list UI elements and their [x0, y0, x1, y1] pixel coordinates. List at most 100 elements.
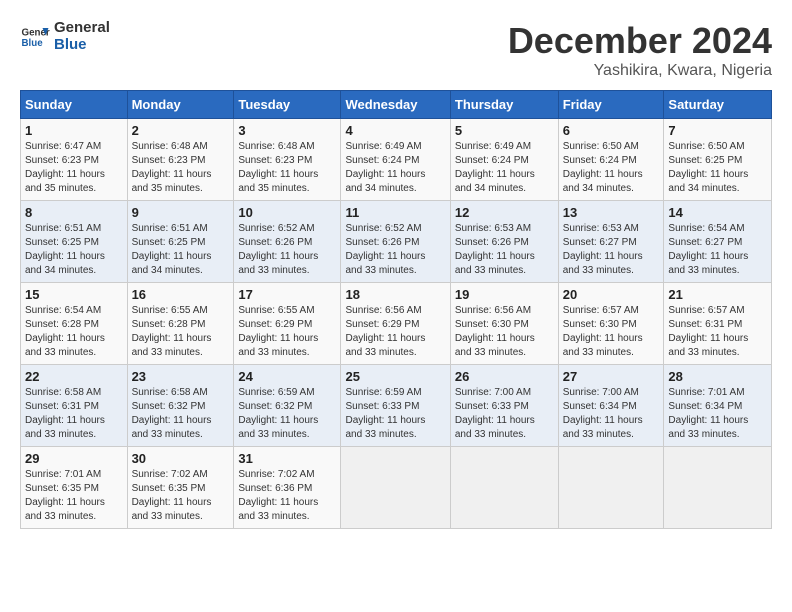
day-info: Sunrise: 6:59 AMSunset: 6:32 PMDaylight:… — [238, 386, 336, 442]
calendar-cell — [341, 447, 450, 529]
day-info: Sunrise: 6:51 AMSunset: 6:25 PMDaylight:… — [132, 222, 230, 278]
day-info-line: Daylight: 11 hours — [345, 168, 445, 182]
day-info-line: Sunrise: 6:58 AM — [25, 386, 123, 400]
day-info-line: and 33 minutes. — [563, 346, 660, 360]
day-info-line: and 33 minutes. — [563, 428, 660, 442]
day-info-line: Sunset: 6:25 PM — [25, 236, 123, 250]
day-number: 14 — [668, 205, 767, 220]
day-info-line: Sunset: 6:25 PM — [668, 154, 767, 168]
day-info-line: and 33 minutes. — [238, 264, 336, 278]
day-info-line: Sunset: 6:23 PM — [238, 154, 336, 168]
day-info-line: and 33 minutes. — [132, 346, 230, 360]
day-number: 16 — [132, 287, 230, 302]
day-info-line: and 33 minutes. — [455, 428, 554, 442]
day-number: 28 — [668, 369, 767, 384]
calendar-cell: 4Sunrise: 6:49 AMSunset: 6:24 PMDaylight… — [341, 119, 450, 201]
day-info-line: Sunrise: 6:54 AM — [25, 304, 123, 318]
calendar-cell: 6Sunrise: 6:50 AMSunset: 6:24 PMDaylight… — [558, 119, 664, 201]
day-number: 29 — [25, 451, 123, 466]
calendar-cell: 12Sunrise: 6:53 AMSunset: 6:26 PMDayligh… — [450, 201, 558, 283]
day-info-line: Sunset: 6:26 PM — [238, 236, 336, 250]
day-info-line: Sunrise: 6:51 AM — [132, 222, 230, 236]
calendar-cell: 25Sunrise: 6:59 AMSunset: 6:33 PMDayligh… — [341, 365, 450, 447]
day-number: 15 — [25, 287, 123, 302]
day-info-line: and 33 minutes. — [455, 264, 554, 278]
header-thursday: Thursday — [450, 91, 558, 119]
header-row: SundayMondayTuesdayWednesdayThursdayFrid… — [21, 91, 772, 119]
calendar-cell: 11Sunrise: 6:52 AMSunset: 6:26 PMDayligh… — [341, 201, 450, 283]
month-title: December 2024 — [508, 20, 772, 62]
calendar-cell: 1Sunrise: 6:47 AMSunset: 6:23 PMDaylight… — [21, 119, 128, 201]
day-info-line: and 33 minutes. — [25, 346, 123, 360]
day-info-line: Daylight: 11 hours — [132, 168, 230, 182]
day-info-line: Daylight: 11 hours — [563, 332, 660, 346]
day-info-line: Sunrise: 7:01 AM — [25, 468, 123, 482]
day-info: Sunrise: 6:59 AMSunset: 6:33 PMDaylight:… — [345, 386, 445, 442]
day-number: 30 — [132, 451, 230, 466]
day-info-line: Sunset: 6:29 PM — [238, 318, 336, 332]
day-info-line: Daylight: 11 hours — [238, 168, 336, 182]
day-info: Sunrise: 6:56 AMSunset: 6:30 PMDaylight:… — [455, 304, 554, 360]
calendar-row: 29Sunrise: 7:01 AMSunset: 6:35 PMDayligh… — [21, 447, 772, 529]
day-info-line: Sunrise: 6:51 AM — [25, 222, 123, 236]
day-number: 2 — [132, 123, 230, 138]
calendar-cell: 22Sunrise: 6:58 AMSunset: 6:31 PMDayligh… — [21, 365, 128, 447]
day-info-line: Sunset: 6:34 PM — [563, 400, 660, 414]
calendar-cell: 30Sunrise: 7:02 AMSunset: 6:35 PMDayligh… — [127, 447, 234, 529]
day-info-line: Sunrise: 6:53 AM — [455, 222, 554, 236]
day-info-line: and 34 minutes. — [345, 182, 445, 196]
calendar-cell: 7 Sunrise: 6:50 AMSunset: 6:25 PMDaylight… — [664, 119, 772, 201]
calendar-cell: 3Sunrise: 6:48 AMSunset: 6:23 PMDaylight… — [234, 119, 341, 201]
day-number: 26 — [455, 369, 554, 384]
day-info-line: Sunset: 6:33 PM — [455, 400, 554, 414]
day-info: Sunrise: 6:54 AMSunset: 6:27 PMDaylight:… — [668, 222, 767, 278]
day-info-line: and 33 minutes. — [25, 428, 123, 442]
day-info: Sunrise: 6:52 AMSunset: 6:26 PMDaylight:… — [238, 222, 336, 278]
day-number: 17 — [238, 287, 336, 302]
day-info-line: Daylight: 11 hours — [238, 496, 336, 510]
day-info-line: Sunset: 6:32 PM — [132, 400, 230, 414]
day-info-line: Sunset: 6:23 PM — [25, 154, 123, 168]
day-info: Sunrise: 6:52 AMSunset: 6:26 PMDaylight:… — [345, 222, 445, 278]
day-info-line: Daylight: 11 hours — [345, 414, 445, 428]
day-info-line: Sunset: 6:34 PM — [668, 400, 767, 414]
calendar-cell: 31Sunrise: 7:02 AMSunset: 6:36 PMDayligh… — [234, 447, 341, 529]
calendar-cell: 9Sunrise: 6:51 AMSunset: 6:25 PMDaylight… — [127, 201, 234, 283]
calendar-cell: 8Sunrise: 6:51 AMSunset: 6:25 PMDaylight… — [21, 201, 128, 283]
calendar-cell — [450, 447, 558, 529]
day-info: Sunrise: 6:53 AMSunset: 6:27 PMDaylight:… — [563, 222, 660, 278]
calendar-row: 22Sunrise: 6:58 AMSunset: 6:31 PMDayligh… — [21, 365, 772, 447]
day-number: 7 — [668, 123, 767, 138]
day-info-line: Sunset: 6:24 PM — [563, 154, 660, 168]
day-number: 4 — [345, 123, 445, 138]
day-info-line: Daylight: 11 hours — [345, 332, 445, 346]
day-info-line: Daylight: 11 hours — [455, 414, 554, 428]
svg-text:Blue: Blue — [22, 38, 44, 49]
day-number: 1 — [25, 123, 123, 138]
day-info-line: and 33 minutes. — [345, 264, 445, 278]
day-info-line: Sunrise: 6:57 AM — [563, 304, 660, 318]
day-info-line: Sunrise: 6:50 AM — [668, 140, 767, 154]
day-info-line: and 33 minutes. — [238, 510, 336, 524]
day-info-line: Daylight: 11 hours — [668, 250, 767, 264]
day-info-line: and 34 minutes. — [132, 264, 230, 278]
day-number: 19 — [455, 287, 554, 302]
day-info-line: Sunset: 6:35 PM — [25, 482, 123, 496]
day-info: Sunrise: 6:57 AMSunset: 6:30 PMDaylight:… — [563, 304, 660, 360]
calendar-cell: 15Sunrise: 6:54 AMSunset: 6:28 PMDayligh… — [21, 283, 128, 365]
calendar-cell: 14 Sunrise: 6:54 AMSunset: 6:27 PMDayligh… — [664, 201, 772, 283]
day-info: Sunrise: 6:50 AMSunset: 6:25 PMDaylight:… — [668, 140, 767, 196]
day-info-line: Sunrise: 6:52 AM — [345, 222, 445, 236]
day-info-line: and 34 minutes. — [668, 182, 767, 196]
day-info-line: Daylight: 11 hours — [668, 332, 767, 346]
day-info: Sunrise: 6:56 AMSunset: 6:29 PMDaylight:… — [345, 304, 445, 360]
header-sunday: Sunday — [21, 91, 128, 119]
header-monday: Monday — [127, 91, 234, 119]
calendar-cell: 17Sunrise: 6:55 AMSunset: 6:29 PMDayligh… — [234, 283, 341, 365]
day-info-line: Daylight: 11 hours — [345, 250, 445, 264]
day-info: Sunrise: 6:48 AMSunset: 6:23 PMDaylight:… — [238, 140, 336, 196]
day-info-line: Sunrise: 7:00 AM — [563, 386, 660, 400]
calendar-cell — [558, 447, 664, 529]
day-info: Sunrise: 7:01 AMSunset: 6:35 PMDaylight:… — [25, 468, 123, 524]
day-info-line: and 35 minutes. — [132, 182, 230, 196]
